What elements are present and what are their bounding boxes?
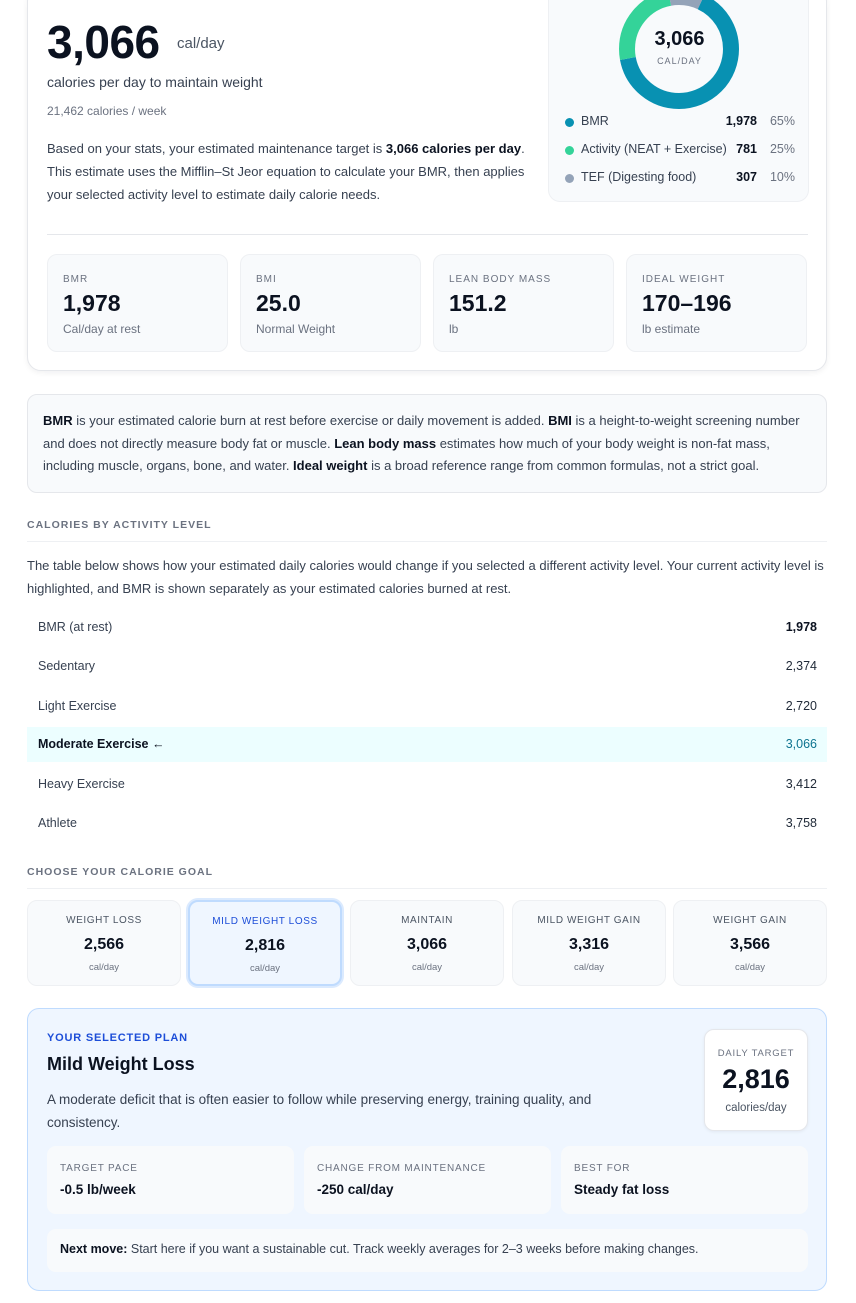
activity-section-title: CALORIES BY ACTIVITY LEVEL [27,519,212,531]
section-divider [27,888,827,889]
stat-lean-body-mass: LEAN BODY MASS 151.2 lb [433,254,614,352]
metric-target-pace: TARGET PACE -0.5 lb/week [47,1146,294,1214]
maintenance-unit: cal/day [177,35,225,52]
metric-best-for: BEST FOR Steady fat loss [561,1146,808,1214]
activity-intro: The table below shows how your estimated… [27,558,824,596]
activity-row-heavy: Heavy Exercise 3,412 [38,777,817,791]
maintenance-result-card: 3,066 cal/day calories per day to mainta… [27,0,827,371]
terms-glossary: BMR is your estimated calorie burn at re… [27,394,827,493]
metric-change-from-maintenance: CHANGE FROM MAINTENANCE -250 cal/day [304,1146,551,1214]
legend-dot [565,174,574,183]
weekly-calories: 21,462 calories / week [47,104,167,118]
activity-row-moderate-current: Moderate Exercise ← 3,066 [27,727,827,762]
goal-mild-weight-loss-selected[interactable]: MILD WEIGHT LOSS 2,816 cal/day [188,900,342,986]
next-move-tip: Next move: Start here if you want a sust… [47,1229,808,1272]
daily-target-box: DAILY TARGET 2,816 calories/day [704,1029,808,1131]
activity-row-light: Light Exercise 2,720 [38,699,817,713]
plan-title: Mild Weight Loss [47,1054,195,1074]
legend-dot [565,146,574,155]
maintenance-explanation: Based on your stats, your estimated main… [47,141,525,202]
divider [47,234,808,235]
legend-activity: Activity (NEAT + Exercise) 781 25% [565,142,795,160]
activity-row-athlete: Athlete 3,758 [38,816,817,830]
section-divider [27,541,827,542]
stat-bmr: BMR 1,978 Cal/day at rest [47,254,228,352]
legend-dot [565,118,574,127]
activity-row-bmr: BMR (at rest) 1,978 [38,620,817,634]
goal-weight-loss[interactable]: WEIGHT LOSS 2,566 cal/day [27,900,181,986]
calorie-breakdown-panel: 3,066 CAL/DAY BMR 1,978 65% Activity (NE… [548,0,809,202]
plan-kicker: YOUR SELECTED PLAN [47,1032,188,1044]
stat-bmi: BMI 25.0 Normal Weight [240,254,421,352]
stat-ideal-weight: IDEAL WEIGHT 170–196 lb estimate [626,254,807,352]
calorie-breakdown-donut [619,0,739,109]
donut-center-value: 3,066 [654,28,705,50]
goal-section-title: CHOOSE YOUR CALORIE GOAL [27,866,213,878]
plan-description: A moderate deficit that is often easier … [47,1092,592,1130]
goal-mild-weight-gain[interactable]: MILD WEIGHT GAIN 3,316 cal/day [512,900,666,986]
explanation-highlight: 3,066 calories per day [385,141,522,156]
daily-target-value: 2,816 [722,1064,790,1094]
legend-bmr: BMR 1,978 65% [565,114,795,132]
goal-weight-gain[interactable]: WEIGHT GAIN 3,566 cal/day [673,900,827,986]
goal-maintain[interactable]: MAINTAIN 3,066 cal/day [350,900,504,986]
legend-tef: TEF (Digesting food) 307 10% [565,170,795,188]
maintenance-subtitle: calories per day to maintain weight [47,74,263,90]
selected-plan-panel: YOUR SELECTED PLAN Mild Weight Loss A mo… [27,1008,827,1291]
donut-center-unit: CAL/DAY [657,56,702,66]
maintenance-calories: 3,066 [47,16,160,68]
activity-row-sedentary: Sedentary 2,374 [38,659,817,673]
